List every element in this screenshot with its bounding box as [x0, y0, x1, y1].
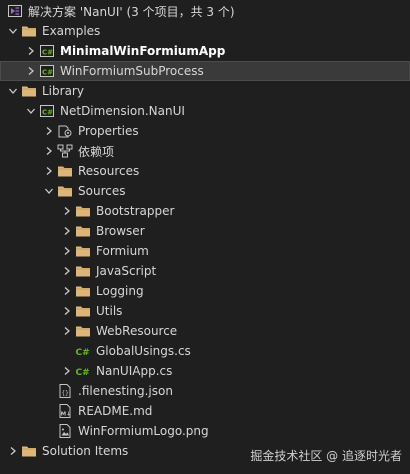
tree-row-label: Sources — [78, 184, 126, 198]
tree-row-label: Library — [42, 84, 84, 98]
csharp-project-icon: C# — [38, 41, 56, 61]
chevron-right-icon[interactable] — [60, 361, 74, 381]
tree-row[interactable]: M↓ README.md — [0, 401, 410, 421]
folder-icon — [74, 241, 92, 261]
solution-icon — [6, 1, 24, 21]
folder-icon — [20, 81, 38, 101]
svg-text:C#: C# — [76, 348, 90, 358]
chevron-right-icon[interactable] — [6, 441, 20, 461]
chevron-right-icon[interactable] — [24, 61, 38, 81]
csharp-file-icon: C# — [74, 341, 92, 361]
chevron-down-icon[interactable] — [24, 101, 38, 121]
chevron-right-icon[interactable] — [60, 201, 74, 221]
tree-row[interactable]: Logging — [0, 281, 410, 301]
csharp-file-icon: C# — [74, 361, 92, 381]
tree-row[interactable]: Library — [0, 81, 410, 101]
chevron-right-icon[interactable] — [42, 121, 56, 141]
tree-row[interactable]: WebResource — [0, 321, 410, 341]
chevron-right-icon[interactable] — [60, 241, 74, 261]
folder-icon — [74, 321, 92, 341]
json-file-icon: {} — [56, 381, 74, 401]
tree-row[interactable]: C# GlobalUsings.cs — [0, 341, 410, 361]
tree-row[interactable]: {} .filenesting.json — [0, 381, 410, 401]
tree-row-label: JavaScript — [96, 264, 157, 278]
tree-row-label: README.md — [78, 404, 153, 418]
tree-row-label: WinFormiumLogo.png — [78, 424, 209, 438]
folder-icon — [20, 21, 38, 41]
folder-icon — [74, 221, 92, 241]
tree-row[interactable]: Examples — [0, 21, 410, 41]
image-file-icon — [56, 421, 74, 441]
folder-icon — [20, 441, 38, 461]
tree-row[interactable]: Resources — [0, 161, 410, 181]
tree-row-label: 依赖项 — [78, 144, 115, 159]
tree-row[interactable]: WinFormiumLogo.png — [0, 421, 410, 441]
tree-row[interactable]: 依赖项 — [0, 141, 410, 161]
tree-row[interactable]: C# WinFormiumSubProcess — [0, 61, 410, 81]
tree-row[interactable]: Properties — [0, 121, 410, 141]
svg-text:M↓: M↓ — [61, 411, 71, 418]
tree-row[interactable]: Sources — [0, 181, 410, 201]
csharp-project-icon: C# — [38, 101, 56, 121]
tree-row-label: WebResource — [96, 324, 178, 338]
tree-row[interactable]: JavaScript — [0, 261, 410, 281]
tree-row-label: 解决方案 'NanUI' (3 个项目，共 3 个) — [28, 4, 235, 19]
tree-row-label: MinimalWinFormiumApp — [60, 44, 226, 58]
chevron-right-icon[interactable] — [60, 261, 74, 281]
chevron-right-icon[interactable] — [42, 141, 56, 161]
tree-row-label: Utils — [96, 304, 123, 318]
tree-row-label: WinFormiumSubProcess — [60, 64, 204, 78]
properties-icon — [56, 121, 74, 141]
svg-text:C#: C# — [42, 109, 53, 117]
svg-text:C#: C# — [42, 69, 53, 77]
tree-row-label: NetDimension.NanUI — [60, 104, 185, 118]
tree-row[interactable]: C# NanUIApp.cs — [0, 361, 410, 381]
tree-row[interactable]: C# MinimalWinFormiumApp — [0, 41, 410, 61]
dependencies-icon — [56, 141, 74, 161]
chevron-down-icon[interactable] — [42, 181, 56, 201]
tree-row-label: Browser — [96, 224, 145, 238]
folder-icon — [56, 181, 74, 201]
chevron-right-icon[interactable] — [60, 321, 74, 341]
chevron-right-icon[interactable] — [42, 161, 56, 181]
tree-row-label: Examples — [42, 24, 101, 38]
tree-row-label: Resources — [78, 164, 140, 178]
chevron-down-icon[interactable] — [6, 81, 20, 101]
folder-icon — [74, 301, 92, 321]
tree-row-label: Solution Items — [42, 444, 129, 458]
tree-row-label: NanUIApp.cs — [96, 364, 173, 378]
chevron-right-icon[interactable] — [60, 281, 74, 301]
watermark: 掘金技术社区 @ 追逐时光者 — [250, 449, 402, 463]
tree-row[interactable]: Browser — [0, 221, 410, 241]
svg-text:C#: C# — [76, 368, 90, 378]
tree-row[interactable]: Utils — [0, 301, 410, 321]
csharp-project-icon: C# — [38, 61, 56, 81]
folder-icon — [56, 161, 74, 181]
folder-icon — [74, 261, 92, 281]
svg-text:C#: C# — [42, 49, 53, 57]
chevron-right-icon[interactable] — [60, 221, 74, 241]
tree-row-label: .filenesting.json — [78, 384, 173, 398]
tree-row[interactable]: 解决方案 'NanUI' (3 个项目，共 3 个) — [0, 1, 410, 21]
chevron-right-icon[interactable] — [24, 41, 38, 61]
tree-row-label: Properties — [78, 124, 139, 138]
chevron-right-icon[interactable] — [60, 301, 74, 321]
tree-row[interactable]: Formium — [0, 241, 410, 261]
tree-row[interactable]: C# NetDimension.NanUI — [0, 101, 410, 121]
svg-text:{}: {} — [62, 390, 69, 397]
tree-row[interactable]: Bootstrapper — [0, 201, 410, 221]
tree-row-label: Formium — [96, 244, 149, 258]
chevron-down-icon[interactable] — [6, 21, 20, 41]
markdown-file-icon: M↓ — [56, 401, 74, 421]
tree-row-label: Logging — [96, 284, 144, 298]
tree-row-label: Bootstrapper — [96, 204, 175, 218]
tree-row-label: GlobalUsings.cs — [96, 344, 191, 358]
folder-icon — [74, 201, 92, 221]
folder-icon — [74, 281, 92, 301]
